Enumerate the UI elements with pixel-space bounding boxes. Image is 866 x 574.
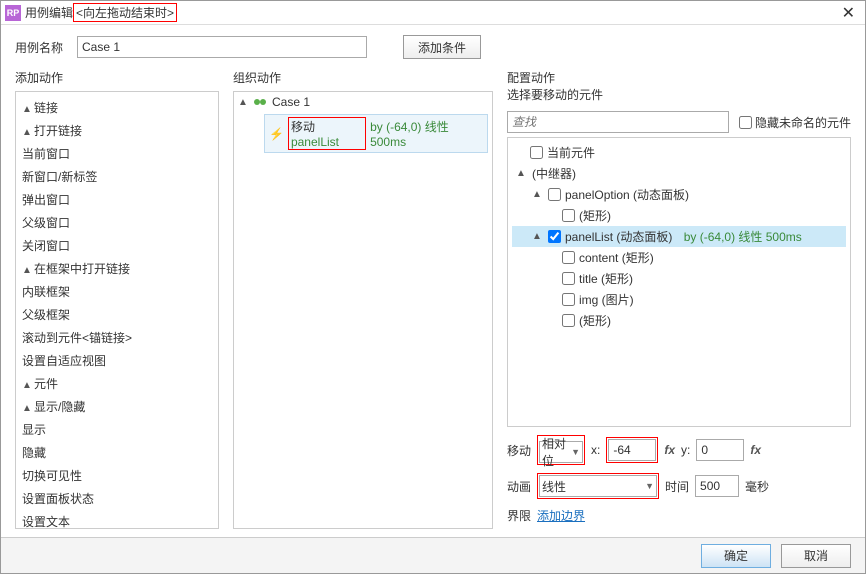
add-action-column: 添加动作 ▲链接 ▲打开链接 当前窗口 新窗口/新标签 弹出窗口 父级窗口 关闭…	[15, 69, 219, 529]
limit-label: 界限	[507, 507, 531, 524]
cb-img[interactable]	[562, 293, 575, 306]
move-label: 移动	[507, 442, 531, 459]
cfg-title[interactable]: title (矩形)	[579, 270, 633, 287]
time-input[interactable]	[695, 475, 739, 497]
y-input[interactable]	[696, 439, 744, 461]
search-input[interactable]	[507, 111, 729, 133]
chevron-down-icon: ▼	[645, 481, 654, 491]
action-text-highlight: 移动 panelList	[288, 117, 366, 150]
add-condition-button[interactable]: 添加条件	[403, 35, 481, 59]
move-type-select[interactable]: 相对位▼	[539, 441, 583, 463]
tree-cur-win[interactable]: 当前窗口	[22, 147, 70, 161]
limit-row: 界限 添加边界	[507, 507, 851, 524]
cfg-img[interactable]: img (图片)	[579, 291, 634, 308]
add-boundary-link[interactable]: 添加边界	[537, 507, 585, 524]
case-name-input[interactable]	[77, 36, 367, 58]
fx-x-button[interactable]: fx	[664, 443, 675, 457]
tree-panel-state[interactable]: 设置面板状态	[22, 492, 94, 506]
window-title: 用例编辑 <向左拖动结束时>	[25, 3, 177, 22]
tree-show[interactable]: 显示	[22, 423, 46, 437]
cb-current[interactable]	[530, 146, 543, 159]
fx-y-button[interactable]: fx	[750, 443, 761, 457]
tree-popup[interactable]: 弹出窗口	[22, 193, 70, 207]
tree-parent-win[interactable]: 父级窗口	[22, 216, 70, 230]
cfg-panellist-suffix: by (-64,0) 线性 500ms	[684, 228, 802, 245]
y-label: y:	[681, 443, 690, 457]
case-icon	[254, 96, 268, 108]
hide-unnamed-checkbox[interactable]	[739, 116, 752, 129]
tree-new-win[interactable]: 新窗口/新标签	[22, 170, 97, 184]
cfg-action-title: 配置动作	[507, 69, 851, 86]
org-case-row[interactable]: ▲ Case 1	[234, 92, 492, 112]
org-action-row[interactable]: ⚡ 移动 panelList by (-64,0) 线性 500ms	[264, 114, 488, 153]
cfg-panellist: panelList (动态面板)	[565, 228, 672, 245]
org-action-panel[interactable]: ▲ Case 1 ⚡ 移动 panelList by (-64,0) 线性 50…	[233, 91, 493, 529]
org-action-column: 组织动作 ▲ Case 1 ⚡ 移动 panelList by (-64,0) …	[233, 69, 493, 529]
anim-select[interactable]: 线性▼	[539, 475, 657, 497]
cfg-current[interactable]: 当前元件	[547, 144, 595, 161]
anim-label: 动画	[507, 478, 531, 495]
ms-label: 毫秒	[745, 478, 769, 495]
cfg-rect1[interactable]: (矩形)	[579, 207, 611, 224]
cancel-button[interactable]: 取消	[781, 544, 851, 568]
tree-hide[interactable]: 隐藏	[22, 446, 46, 460]
case-name-row: 用例名称 添加条件	[1, 25, 865, 69]
tree-show-hide[interactable]: 显示/隐藏	[34, 400, 85, 414]
tree-toggle-vis[interactable]: 切换可见性	[22, 469, 82, 483]
chevron-down-icon: ▼	[571, 447, 580, 457]
cb-title[interactable]	[562, 272, 575, 285]
add-action-panel[interactable]: ▲链接 ▲打开链接 当前窗口 新窗口/新标签 弹出窗口 父级窗口 关闭窗口 ▲在…	[15, 91, 219, 529]
cfg-content[interactable]: content (矩形)	[579, 249, 654, 266]
x-input[interactable]	[608, 439, 656, 461]
tree-links[interactable]: 链接	[34, 101, 58, 115]
action-suffix: by (-64,0) 线性 500ms	[370, 118, 483, 149]
tree-open-frame[interactable]: 在框架中打开链接	[34, 262, 130, 276]
tree-open-link[interactable]: 打开链接	[34, 124, 82, 138]
cfg-repeater[interactable]: (中继器)	[532, 165, 576, 182]
x-label: x:	[591, 443, 600, 457]
add-action-title: 添加动作	[15, 69, 219, 91]
anim-row: 动画 线性▼ 时间 毫秒	[507, 473, 851, 499]
tree-parent-frame[interactable]: 父级框架	[22, 308, 70, 322]
case-name-label: 用例名称	[15, 39, 63, 56]
dialog-footer: 确定 取消	[1, 537, 865, 573]
event-name-highlight: <向左拖动结束时>	[73, 3, 177, 22]
ok-button[interactable]: 确定	[701, 544, 771, 568]
cb-rect2[interactable]	[562, 314, 575, 327]
bolt-icon: ⚡	[269, 127, 284, 141]
cb-rect1[interactable]	[562, 209, 575, 222]
org-case-label: Case 1	[272, 95, 310, 109]
cfg-panellist-row[interactable]: ▲panelList (动态面板) by (-64,0) 线性 500ms	[512, 226, 846, 247]
tree-scroll-to[interactable]: 滚动到元件<锚链接>	[22, 331, 132, 345]
org-action-title: 组织动作	[233, 69, 493, 91]
move-row: 移动 相对位▼ x: fx y: fx	[507, 435, 851, 465]
tree-adaptive[interactable]: 设置自适应视图	[22, 354, 106, 368]
cb-paneloption[interactable]	[548, 188, 561, 201]
cfg-rect2[interactable]: (矩形)	[579, 312, 611, 329]
cfg-tree-panel[interactable]: 当前元件 ▲(中继器) ▲panelOption (动态面板) (矩形) ▲pa…	[507, 137, 851, 427]
time-label: 时间	[665, 478, 689, 495]
cfg-paneloption[interactable]: panelOption (动态面板)	[565, 186, 689, 203]
tree-inline-frame[interactable]: 内联框架	[22, 285, 70, 299]
title-bar: RP 用例编辑 <向左拖动结束时> ✕	[1, 1, 865, 25]
hide-unnamed-label[interactable]: 隐藏未命名的元件	[739, 114, 851, 131]
tree-close-win[interactable]: 关闭窗口	[22, 239, 70, 253]
app-icon: RP	[5, 5, 21, 21]
tree-elements[interactable]: 元件	[34, 377, 58, 391]
close-icon[interactable]: ✕	[836, 3, 861, 23]
cb-content[interactable]	[562, 251, 575, 264]
cb-panellist[interactable]	[548, 230, 561, 243]
cfg-action-column: 配置动作 选择要移动的元件 隐藏未命名的元件 当前元件 ▲(中继器) ▲pane…	[507, 69, 851, 529]
tree-set-text[interactable]: 设置文本	[22, 515, 70, 529]
cfg-select-label: 选择要移动的元件	[507, 86, 851, 103]
